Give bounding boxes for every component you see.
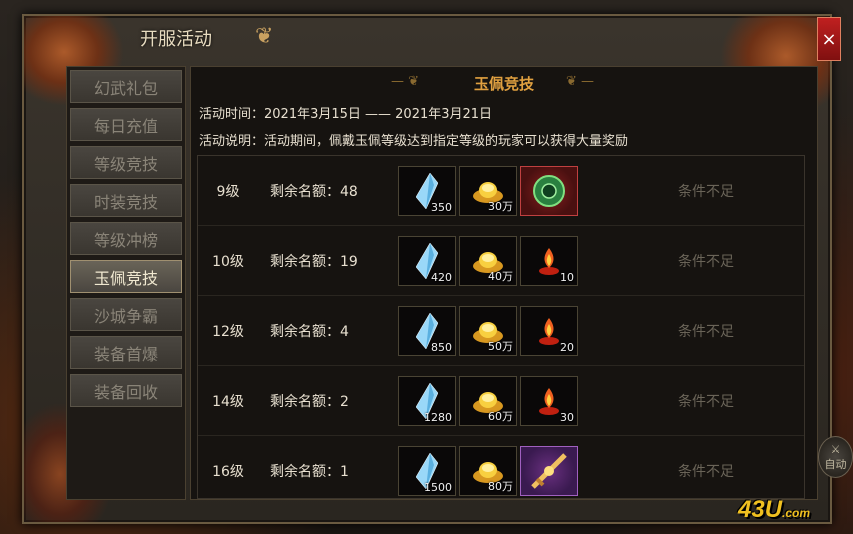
flame-potion-icon [539, 247, 559, 275]
item-count: 850 [431, 340, 452, 354]
reward-slot[interactable]: 60万 [459, 375, 517, 426]
row-status[interactable]: 条件不足 [678, 251, 734, 271]
crossed-swords-icon: ⚔ [830, 442, 841, 456]
reward-slot[interactable]: 1280 [398, 375, 456, 426]
item-count: 60万 [488, 409, 513, 423]
item-count: 420 [431, 270, 452, 284]
row-status[interactable]: 条件不足 [678, 321, 734, 341]
reward-slot[interactable] [520, 165, 578, 216]
site-watermark: 43U.com [738, 496, 843, 528]
item-count: 80万 [488, 480, 513, 493]
sidebar-item-equipment-recycle[interactable]: 装备回收 [70, 374, 182, 407]
reward-row: 14级 剩余名额：2 1280 60万 30 条件不足 [198, 366, 804, 436]
reward-slot[interactable]: 10 [520, 235, 578, 286]
sidebar-item-level-competition[interactable]: 等级竞技 [70, 146, 182, 179]
sidebar-item-fashion-competition[interactable]: 时装竞技 [70, 184, 182, 217]
reward-slot[interactable]: 1500 [398, 446, 456, 496]
item-count: 40万 [488, 269, 513, 283]
auto-button[interactable]: ⚔ 自动 [818, 436, 853, 478]
sidebar-item-level-ranking[interactable]: 等级冲榜 [70, 222, 182, 255]
weapon-icon [531, 453, 567, 489]
jade-pendant-icon [533, 174, 565, 207]
row-quota: 剩余名额：2 [270, 393, 349, 410]
activity-sidebar: 幻武礼包 每日充值 等级竞技 时装竞技 等级冲榜 玉佩竞技 沙城争霸 装备首爆 … [66, 66, 186, 500]
reward-slot[interactable]: 40万 [459, 235, 517, 286]
watermark-suffix: .com [782, 506, 811, 520]
row-status[interactable]: 条件不足 [678, 391, 734, 411]
sidebar-item-castle-siege[interactable]: 沙城争霸 [70, 298, 182, 331]
sidebar-item-first-drop[interactable]: 装备首爆 [70, 336, 182, 369]
reward-row: 12级 剩余名额：4 850 50万 20 条件不足 [198, 296, 804, 366]
reward-row: 10级 剩余名额：19 420 40万 10 条件不足 [198, 226, 804, 296]
reward-slot[interactable]: 30 [520, 375, 578, 426]
row-quota: 剩余名额：4 [270, 323, 349, 340]
reward-slot[interactable]: 20 [520, 305, 578, 356]
row-quota: 剩余名额：48 [270, 183, 358, 200]
window-title-bar: 开服活动 ❦ [100, 18, 300, 58]
row-level: 9级 [216, 183, 240, 200]
row-status[interactable]: 条件不足 [678, 181, 734, 201]
row-status[interactable]: 条件不足 [678, 461, 734, 481]
row-level: 14级 [212, 393, 244, 410]
reward-row: 9级 剩余名额：48 350 30万 条件不足 [198, 156, 804, 226]
reward-slot[interactable]: 50万 [459, 305, 517, 356]
item-count: 30万 [488, 199, 513, 213]
reward-slot[interactable]: 30万 [459, 165, 517, 216]
watermark-text: 43U [738, 496, 783, 523]
item-count: 50万 [488, 339, 513, 353]
sidebar-item-jade-competition[interactable]: 玉佩竞技 [70, 260, 182, 293]
item-count: 10 [560, 270, 574, 284]
auto-button-label: 自动 [824, 457, 847, 471]
close-button[interactable]: × [817, 17, 841, 61]
flame-potion-icon [539, 317, 559, 345]
sidebar-item-daily-recharge[interactable]: 每日充值 [70, 108, 182, 141]
reward-table: 9级 剩余名额：48 350 30万 条件不足 10级 剩余名额：19 420 … [197, 155, 805, 499]
reward-slot[interactable]: 420 [398, 235, 456, 286]
item-count: 350 [431, 200, 452, 214]
reward-slot[interactable]: 350 [398, 165, 456, 216]
item-count: 20 [560, 340, 574, 354]
item-count: 1500 [424, 481, 452, 494]
activity-title: 玉佩竞技 [473, 75, 534, 93]
activity-content: — ❦ 玉佩竞技 ❦ — 活动时间：2021年3月15日 —— 2021年3月2… [190, 66, 818, 500]
row-quota: 剩余名额：1 [270, 464, 349, 480]
item-count: 1280 [424, 410, 452, 424]
title-swirl-icon: ❦ [255, 24, 274, 49]
sidebar-item-huanwu-gift[interactable]: 幻武礼包 [70, 70, 182, 103]
reward-slot[interactable]: 850 [398, 305, 456, 356]
activity-description: 活动说明：活动期间，佩戴玉佩等级达到指定等级的玩家可以获得大量奖励 [199, 134, 629, 149]
row-quota: 剩余名额：19 [270, 253, 358, 270]
reward-slot[interactable] [520, 446, 578, 496]
row-level: 16级 [212, 464, 244, 480]
row-level: 12级 [212, 323, 244, 340]
header-deco-right: ❦ — [566, 74, 595, 89]
window-title: 开服活动 [140, 29, 212, 50]
item-count: 30 [560, 410, 574, 424]
activity-time: 活动时间：2021年3月15日 —— 2021年3月21日 [199, 107, 493, 122]
reward-slot[interactable]: 80万 [459, 446, 517, 496]
reward-row: 16级 剩余名额：1 1500 80万 条件不足 [198, 436, 804, 506]
row-level: 10级 [212, 253, 244, 270]
flame-potion-icon [539, 387, 559, 415]
